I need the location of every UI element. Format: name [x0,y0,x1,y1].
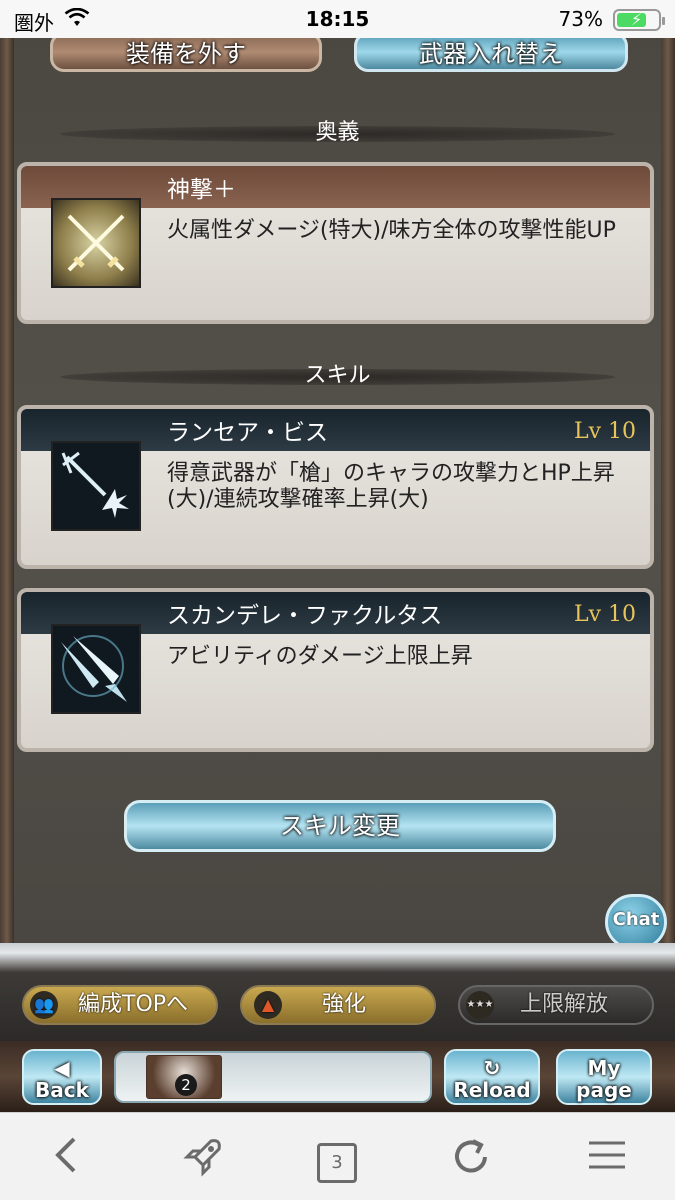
skill-card: スカンデレ・ファクルタス Lv 10 アビリティのダメージ上限上昇 [17,588,654,752]
skill-level: Lv 10 [573,419,636,444]
skill-card: ランセア・ビス Lv 10 得意武器が「槍」のキャラの攻撃力とHP上昇(大)/連… [17,405,654,569]
character-thumbnail[interactable]: 2 [146,1055,222,1099]
up-arrow-icon: ▲ [254,991,282,1019]
back-label: Back [35,1078,89,1102]
reload-icon: ↻ [483,1056,501,1080]
skill-name: ランセア・ビス [167,420,328,446]
ougi-section-title: 奥義 [315,120,360,145]
status-bar: 圏外 18:15 73% ⚡ [0,0,675,38]
stars-icon: ★★★ [466,991,494,1019]
rocket-icon[interactable] [178,1135,228,1179]
refresh-icon[interactable] [446,1135,496,1179]
ougi-card: 神撃＋ 火属性ダメージ(特大)/味方全体の攻撃性能UP [17,162,654,324]
game-view: 装備を外す 武器入れ替え 奥義 神撃＋ 火属性ダメージ(特大)/味方全体の攻撃性… [0,38,675,1112]
skill-change-button[interactable]: スキル変更 [124,800,556,852]
frame-right [661,38,675,948]
menu-icon[interactable] [582,1135,632,1179]
battery-icon: ⚡ [613,9,665,31]
mypage-button[interactable]: My page [556,1049,652,1105]
skill-section-title: スキル [304,363,371,388]
party-members-icon: 👥 [30,991,58,1019]
twin-spears-icon [51,624,141,714]
charging-bolt-icon: ⚡ [631,10,643,29]
upgrade-label: 強化 [322,992,367,1017]
ougi-description: 火属性ダメージ(特大)/味方全体の攻撃性能UP [167,218,616,243]
party-bar[interactable]: 2 [114,1051,432,1103]
trident-spark-icon [51,441,141,531]
back-arrow-icon: ◀ [54,1056,70,1080]
reload-button[interactable]: ↻ Reload [444,1049,540,1105]
skill-level: Lv 10 [573,602,636,627]
skill-description: 得意武器が「槍」のキャラの攻撃力とHP上昇(大)/連続攻撃確率上昇(大) [167,461,615,512]
crossed-swords-icon [51,198,141,288]
browser-toolbar: 3 [0,1112,675,1200]
chat-button[interactable]: Chat [605,894,667,950]
game-nav-bar: ◀ Back 2 ↻ Reload My page [0,1041,675,1112]
party-count-badge: 2 [175,1074,197,1096]
mypage-label-line1: My [587,1056,621,1080]
unequip-button[interactable]: 装備を外す [50,38,322,72]
mypage-label-line2: page [576,1078,632,1102]
tab-count: 3 [317,1143,357,1183]
ougi-section-header: 奥義 [40,120,635,146]
limit-break-button[interactable]: ★★★ 上限解放 [458,985,654,1025]
skill-description: アビリティのダメージ上限上昇 [167,644,473,669]
frame-left [0,38,14,948]
party-top-label: 編成TOPへ [78,992,189,1017]
party-top-button[interactable]: 👥 編成TOPへ [22,985,218,1025]
tabs-button[interactable]: 3 [312,1135,362,1183]
upgrade-button[interactable]: ▲ 強化 [240,985,436,1025]
reload-label: Reload [453,1078,531,1102]
back-button[interactable]: ◀ Back [22,1049,102,1105]
skill-section-header: スキル [40,363,635,389]
skill-name: スカンデレ・ファクルタス [167,603,443,629]
swap-weapon-button[interactable]: 武器入れ替え [354,38,628,72]
battery-percent: 73% [558,7,603,31]
ougi-name: 神撃＋ [167,177,236,203]
limit-break-label: 上限解放 [520,992,609,1017]
browser-back-icon[interactable] [42,1135,92,1179]
